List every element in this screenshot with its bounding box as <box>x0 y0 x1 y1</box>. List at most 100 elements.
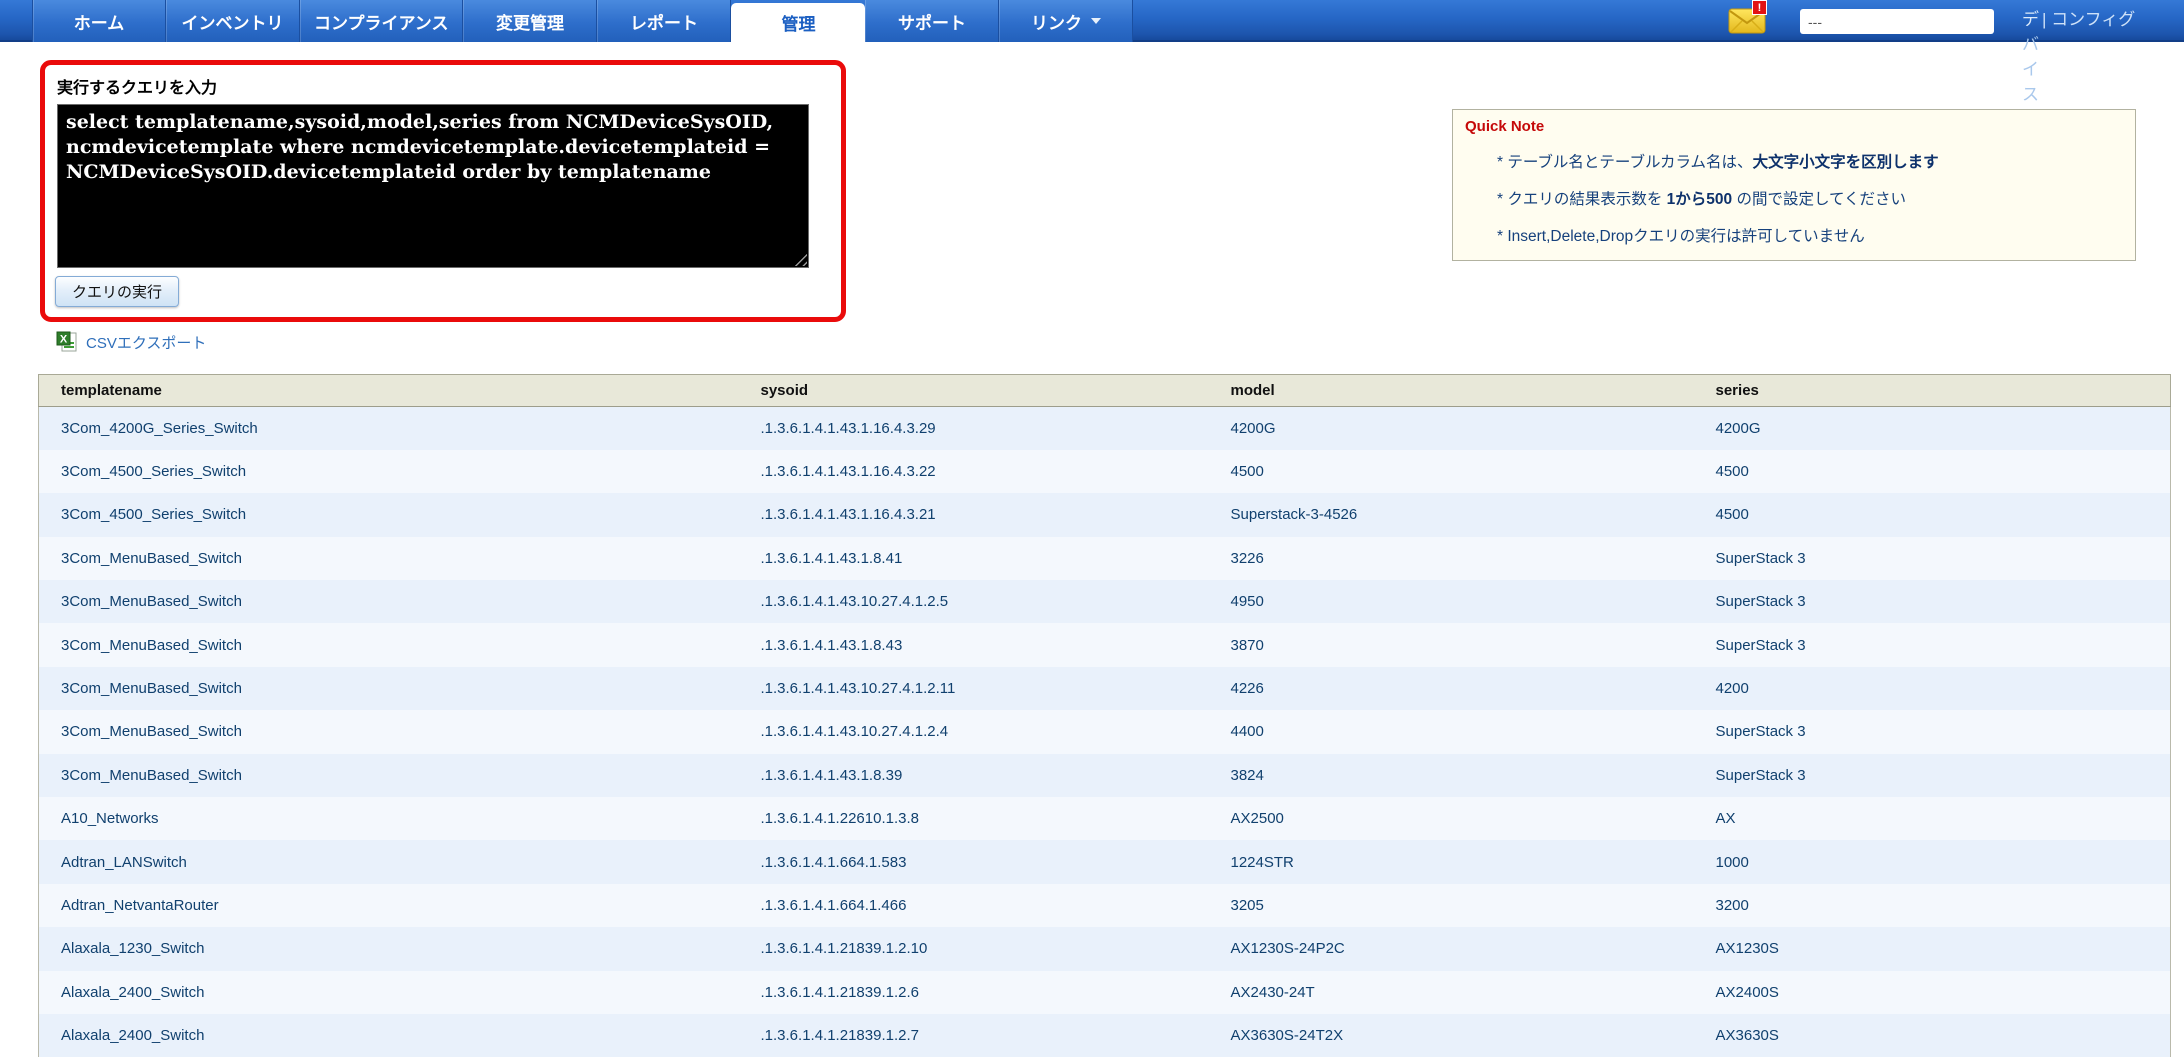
cell-model: 3205 <box>1209 884 1694 927</box>
cell-sysoid: .1.3.6.1.4.1.43.1.8.39 <box>739 754 1209 797</box>
table-row: 3Com_4500_Series_Switch.1.3.6.1.4.1.43.1… <box>39 493 2171 536</box>
column-header-sysoid: sysoid <box>739 375 1209 407</box>
cell-model: 3870 <box>1209 623 1694 666</box>
cell-sysoid: .1.3.6.1.4.1.43.10.27.4.1.2.4 <box>739 710 1209 753</box>
quick-note-item: * Insert,Delete,Dropクエリの実行は許可していません <box>1497 224 2123 246</box>
quick-note-item: * クエリの結果表示数を 1から500 の間で設定してください <box>1497 187 2123 209</box>
svg-text:X: X <box>60 334 68 346</box>
tab-6[interactable]: サポート <box>865 0 999 42</box>
cell-series: 3200 <box>1694 884 2171 927</box>
tab-4[interactable]: レポート <box>597 0 731 42</box>
tab-2[interactable]: コンプライアンス <box>300 0 463 42</box>
cell-templatename: Alaxala_1230_Switch <box>39 927 739 970</box>
global-search-input[interactable] <box>1800 9 1994 34</box>
cell-model: Superstack-3-4526 <box>1209 493 1694 536</box>
chevron-down-icon <box>1091 18 1101 24</box>
cell-sysoid: .1.3.6.1.4.1.43.1.16.4.3.21 <box>739 493 1209 536</box>
device-link[interactable]: デバイス <box>2022 7 2042 107</box>
query-input[interactable]: select templatename,sysoid,model,series … <box>57 104 809 268</box>
quick-note-text: * Insert,Delete,Dropクエリの実行は許可していません <box>1497 228 1865 245</box>
run-query-button[interactable]: クエリの実行 <box>55 276 179 307</box>
tab-label: レポート <box>630 9 698 34</box>
table-header-row: templatename sysoid model series <box>39 375 2171 407</box>
cell-templatename: 3Com_MenuBased_Switch <box>39 580 739 623</box>
cell-templatename: Adtran_NetvantaRouter <box>39 884 739 927</box>
cell-sysoid: .1.3.6.1.4.1.664.1.466 <box>739 884 1209 927</box>
cell-series: 4200G <box>1694 407 2171 450</box>
cell-templatename: Adtran_LANSwitch <box>39 840 739 883</box>
cell-series: 4500 <box>1694 450 2171 493</box>
tab-label: サポート <box>898 9 966 34</box>
cell-sysoid: .1.3.6.1.4.1.43.1.8.41 <box>739 537 1209 580</box>
table-row: 3Com_MenuBased_Switch.1.3.6.1.4.1.43.10.… <box>39 580 2171 623</box>
table-row: Alaxala_1230_Switch.1.3.6.1.4.1.21839.1.… <box>39 927 2171 970</box>
cell-model: 4226 <box>1209 667 1694 710</box>
cell-templatename: 3Com_MenuBased_Switch <box>39 667 739 710</box>
quick-note-list: * テーブル名とテーブルカラム名は、大文字小文字を区別します * クエリの結果表示… <box>1465 150 2123 246</box>
quick-note-text: * テーブル名とテーブルカラム名は、 <box>1497 154 1753 171</box>
column-header-model: model <box>1209 375 1694 407</box>
cell-templatename: 3Com_MenuBased_Switch <box>39 537 739 580</box>
cell-templatename: 3Com_4200G_Series_Switch <box>39 407 739 450</box>
tab-0[interactable]: ホーム <box>32 0 166 42</box>
csv-export-link[interactable]: CSVエクスポート <box>86 332 206 353</box>
cell-templatename: Alaxala_2400_Switch <box>39 1014 739 1057</box>
table-row: Adtran_LANSwitch.1.3.6.1.4.1.664.1.58312… <box>39 840 2171 883</box>
alert-badge[interactable]: ! <box>1752 0 1767 15</box>
table-row: Adtran_NetvantaRouter.1.3.6.1.4.1.664.1.… <box>39 884 2171 927</box>
table-row: 3Com_MenuBased_Switch.1.3.6.1.4.1.43.1.8… <box>39 623 2171 666</box>
top-navbar: ホームインベントリコンプライアンス変更管理レポート管理サポートリンク ! デ <box>0 0 2184 42</box>
cell-series: AX3630S <box>1694 1014 2171 1057</box>
cell-model: 4200G <box>1209 407 1694 450</box>
cell-model: AX1230S-24P2C <box>1209 927 1694 970</box>
tab-label: コンプライアンス <box>314 9 448 34</box>
table-body: 3Com_4200G_Series_Switch.1.3.6.1.4.1.43.… <box>39 407 2171 1057</box>
cell-series: 4500 <box>1694 493 2171 536</box>
tab-1[interactable]: インベントリ <box>166 0 300 42</box>
cell-sysoid: .1.3.6.1.4.1.43.1.16.4.3.22 <box>739 450 1209 493</box>
tab-label: 管理 <box>781 10 815 35</box>
excel-csv-icon: X <box>55 330 79 354</box>
tab-label: ホーム <box>74 9 125 34</box>
cell-model: 4400 <box>1209 710 1694 753</box>
table-row: Alaxala_2400_Switch.1.3.6.1.4.1.21839.1.… <box>39 971 2171 1014</box>
cell-series: AX1230S <box>1694 927 2171 970</box>
cell-templatename: 3Com_4500_Series_Switch <box>39 450 739 493</box>
column-header-templatename: templatename <box>39 375 739 407</box>
cell-model: AX2500 <box>1209 797 1694 840</box>
cell-model: AX3630S-24T2X <box>1209 1014 1694 1057</box>
cell-sysoid: .1.3.6.1.4.1.21839.1.2.6 <box>739 971 1209 1014</box>
table-row: 3Com_MenuBased_Switch.1.3.6.1.4.1.43.1.8… <box>39 537 2171 580</box>
cell-model: 3824 <box>1209 754 1694 797</box>
cell-sysoid: .1.3.6.1.4.1.21839.1.2.7 <box>739 1014 1209 1057</box>
table-row: 3Com_MenuBased_Switch.1.3.6.1.4.1.43.10.… <box>39 710 2171 753</box>
cell-sysoid: .1.3.6.1.4.1.43.10.27.4.1.2.5 <box>739 580 1209 623</box>
table-row: A10_Networks.1.3.6.1.4.1.22610.1.3.8AX25… <box>39 797 2171 840</box>
quick-note-text: の間で設定してください <box>1732 191 1906 208</box>
tab-admin-active[interactable]: 管理 <box>731 3 865 42</box>
cell-model: AX2430-24T <box>1209 971 1694 1014</box>
cell-templatename: 3Com_MenuBased_Switch <box>39 623 739 666</box>
query-results-table: templatename sysoid model series 3Com_42… <box>38 374 2170 1057</box>
tab-7[interactable]: リンク <box>999 0 1133 42</box>
table-row: 3Com_4500_Series_Switch.1.3.6.1.4.1.43.1… <box>39 450 2171 493</box>
cell-series: SuperStack 3 <box>1694 754 2171 797</box>
cell-templatename: 3Com_4500_Series_Switch <box>39 493 739 536</box>
query-section-label: 実行するクエリを入力 <box>57 74 217 98</box>
cell-sysoid: .1.3.6.1.4.1.43.10.27.4.1.2.11 <box>739 667 1209 710</box>
cell-model: 1224STR <box>1209 840 1694 883</box>
cell-series: SuperStack 3 <box>1694 623 2171 666</box>
config-link[interactable]: | コンフィグ <box>2042 7 2135 107</box>
cell-templatename: 3Com_MenuBased_Switch <box>39 710 739 753</box>
cell-series: 4200 <box>1694 667 2171 710</box>
table-row: 3Com_MenuBased_Switch.1.3.6.1.4.1.43.10.… <box>39 667 2171 710</box>
table-row: 3Com_4200G_Series_Switch.1.3.6.1.4.1.43.… <box>39 407 2171 450</box>
cell-templatename: 3Com_MenuBased_Switch <box>39 754 739 797</box>
tab-3[interactable]: 変更管理 <box>463 0 597 42</box>
cell-sysoid: .1.3.6.1.4.1.664.1.583 <box>739 840 1209 883</box>
cell-model: 3226 <box>1209 537 1694 580</box>
quick-note-text: 大文字小文字を区別します <box>1753 154 1939 171</box>
cell-series: SuperStack 3 <box>1694 580 2171 623</box>
cell-series: 1000 <box>1694 840 2171 883</box>
quick-note-title: Quick Note <box>1465 118 2123 135</box>
